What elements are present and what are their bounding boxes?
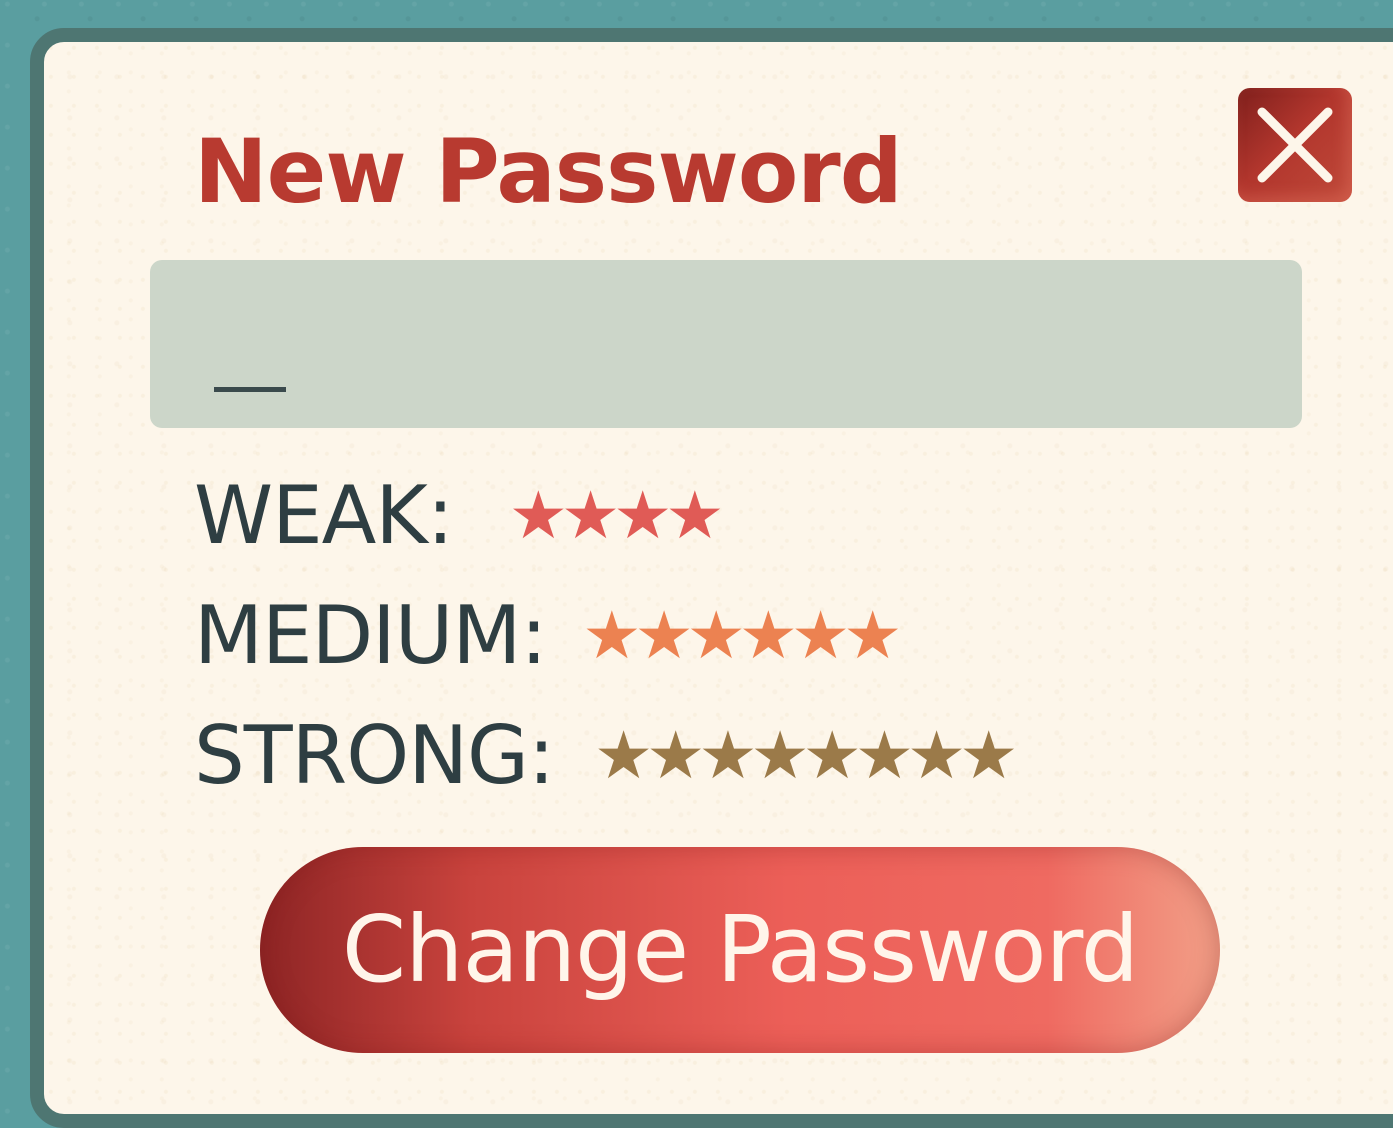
strength-weak-stars: ★★★★ [508, 477, 725, 554]
strength-strong-row: STRONG: ★★★★★★★★ [194, 706, 1018, 806]
strength-weak-label: WEAK: [194, 469, 454, 562]
change-password-button[interactable]: Change Password [260, 847, 1220, 1053]
strength-strong-stars: ★★★★★★★★ [594, 717, 1018, 794]
strength-weak-row: WEAK: ★★★★ [194, 466, 725, 566]
strength-medium-row: MEDIUM: ★★★★★★ [194, 586, 902, 686]
password-input[interactable] [150, 260, 1302, 428]
strength-medium-stars: ★★★★★★ [582, 597, 902, 674]
change-password-label: Change Password [341, 896, 1139, 1003]
strength-strong-label: STRONG: [194, 709, 555, 802]
dialog-title: New Password [194, 120, 903, 223]
close-button[interactable] [1238, 88, 1352, 202]
close-x-icon [1257, 107, 1333, 183]
new-password-dialog: New Password WEAK: ★★★★ MEDIUM: ★★★★★★ S… [30, 28, 1393, 1128]
text-caret [214, 387, 286, 392]
strength-medium-label: MEDIUM: [194, 589, 547, 682]
